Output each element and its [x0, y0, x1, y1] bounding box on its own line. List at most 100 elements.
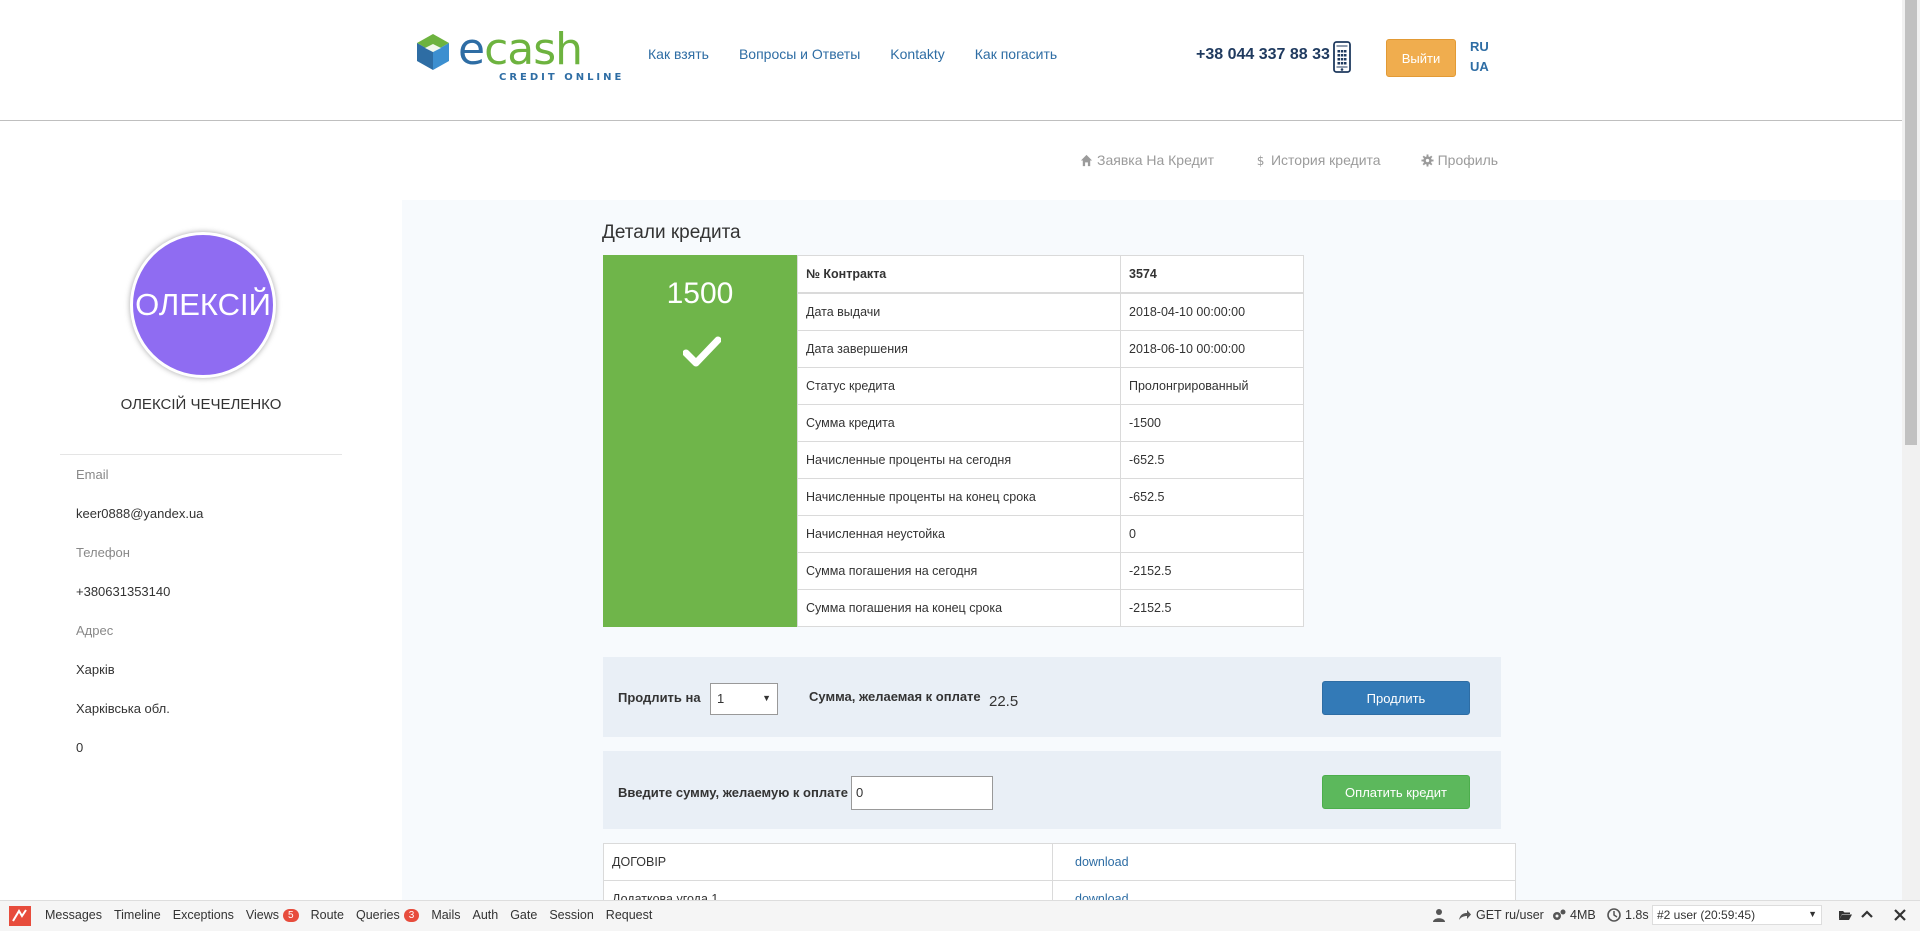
detail-key: Статус кредита	[797, 367, 1121, 405]
detail-key: Начисленные проценты на конец срока	[797, 478, 1121, 516]
subnav-application-label: Заявка На Кредит	[1097, 152, 1214, 168]
debug-tab-timeline[interactable]: Timeline	[114, 908, 161, 922]
account-subnav: Заявка На Кредит $ История кредита Профи…	[1080, 152, 1498, 168]
debug-tab-session[interactable]: Session	[549, 908, 593, 922]
detail-key: Сумма погашения на конец срока	[797, 589, 1121, 627]
table-row: Дата завершения 2018-06-10 00:00:00	[797, 330, 1304, 368]
close-icon[interactable]	[1893, 908, 1907, 922]
table-row: Сумма погашения на сегодня -2152.5	[797, 552, 1304, 590]
debug-memory-info: 4MB	[1552, 908, 1596, 922]
debug-request-info: GET ru/user	[1458, 908, 1544, 922]
debug-tab-route[interactable]: Route	[311, 908, 344, 922]
user-icon[interactable]	[1432, 908, 1446, 922]
clock-icon	[1607, 908, 1621, 922]
debugbar-logo-icon[interactable]	[9, 906, 31, 926]
desired-sum-value: 22.5	[989, 693, 1019, 710]
debug-user-select[interactable]: #2 user (20:59:45) ▼	[1652, 905, 1822, 925]
logo-wordmark: ecash	[458, 24, 583, 75]
table-row: Начисленные проценты на конец срока -652…	[797, 478, 1304, 516]
debug-time-info: 1.8s	[1607, 908, 1649, 922]
lang-ua-link[interactable]: UA	[1470, 59, 1489, 74]
detail-key: Сумма кредита	[797, 404, 1121, 442]
debug-tab-views-label: Views	[245, 908, 280, 922]
address-city: Харків	[76, 662, 115, 677]
extend-credit-panel: Продлить на 1 ▼ Сумма, желаемая к оплате…	[603, 657, 1501, 737]
document-name: ДОГОВІР	[603, 843, 1053, 881]
email-value: keer0888@yandex.ua	[76, 506, 204, 521]
debug-tab-messages[interactable]: Messages	[45, 908, 102, 922]
debug-tab-request[interactable]: Request	[606, 908, 653, 922]
detail-key: Дата выдачи	[797, 292, 1121, 331]
document-download-link[interactable]: download	[1052, 843, 1516, 881]
detail-value: -652.5	[1120, 478, 1304, 516]
user-full-name: ОЛЕКСІЙ ЧЕЧЕЛЕНКО	[120, 396, 282, 413]
table-row: Статус кредита Пролонгрированный	[797, 367, 1304, 405]
table-row: Начисленная неустойка 0	[797, 515, 1304, 553]
avatar: ОЛЕКСІЙ	[130, 232, 276, 378]
pay-credit-button[interactable]: Оплатить кредит	[1322, 775, 1470, 809]
pay-amount-label: Введите сумму, желаемую к оплате	[618, 785, 848, 800]
nav-how-to-repay[interactable]: Как погасить	[975, 46, 1057, 62]
subnav-profile[interactable]: Профиль	[1421, 152, 1498, 168]
detail-value: 2018-06-10 00:00:00	[1120, 330, 1304, 368]
detail-value: -1500	[1120, 404, 1304, 442]
detail-value: Пролонгрированный	[1120, 367, 1304, 405]
pay-credit-panel: Введите сумму, желаемую к оплате 0 Оплат…	[603, 751, 1501, 829]
home-icon	[1080, 154, 1093, 166]
lang-ru-link[interactable]: RU	[1470, 39, 1489, 54]
table-row: № Контракта 3574	[797, 255, 1304, 294]
debug-tab-views[interactable]: Views 5	[246, 908, 299, 922]
debug-request-label: GET ru/user	[1476, 908, 1544, 922]
views-count-badge: 5	[283, 908, 299, 922]
logo-tagline: CREDIT ONLINE	[499, 72, 625, 83]
detail-value: -2152.5	[1120, 552, 1304, 590]
address-region: Харківська обл.	[76, 701, 170, 716]
address-extra: 0	[76, 740, 84, 755]
ecash-logo[interactable]: ecash CREDIT ONLINE	[413, 24, 621, 88]
credit-amount-box: 1500	[603, 255, 797, 627]
cogs-icon	[1553, 909, 1566, 920]
gear-icon	[1421, 153, 1434, 167]
nav-faq[interactable]: Вопросы и Ответы	[739, 46, 860, 62]
table-row: Сумма погашения на конец срока -2152.5	[797, 589, 1304, 627]
scrollbar-thumb[interactable]	[1905, 0, 1917, 445]
debug-tab-queries[interactable]: Queries 3	[356, 908, 420, 922]
subnav-application[interactable]: Заявка На Кредит	[1080, 152, 1214, 168]
debug-tab-auth[interactable]: Auth	[472, 908, 498, 922]
nav-contacts[interactable]: Kontakty	[890, 46, 944, 62]
phone-icon	[1333, 41, 1351, 73]
logout-button[interactable]: Выйти	[1386, 39, 1456, 77]
debug-bar: Messages Timeline Exceptions Views 5 Rou…	[0, 900, 1920, 931]
debug-tab-exceptions[interactable]: Exceptions	[173, 908, 234, 922]
email-label: Email	[76, 467, 109, 482]
address-label: Адрес	[76, 623, 114, 638]
folder-open-icon[interactable]	[1838, 908, 1852, 922]
debug-time-label: 1.8s	[1625, 908, 1649, 922]
subnav-history[interactable]: $ История кредита	[1254, 152, 1381, 168]
debug-tab-gate[interactable]: Gate	[510, 908, 537, 922]
phone-value: +380631353140	[76, 584, 171, 599]
restore-icon[interactable]	[1860, 908, 1874, 922]
sidebar-divider	[60, 454, 342, 455]
pay-amount-input[interactable]: 0	[851, 776, 993, 810]
extend-button[interactable]: Продлить	[1322, 681, 1470, 715]
detail-value: -2152.5	[1120, 589, 1304, 627]
extend-period-select[interactable]: 1 ▼	[710, 683, 778, 715]
nav-how-to-take[interactable]: Как взять	[648, 46, 709, 62]
credit-amount: 1500	[666, 277, 734, 310]
detail-key: Начисленные проценты на сегодня	[797, 441, 1121, 479]
table-row: Дата выдачи 2018-04-10 00:00:00	[797, 292, 1304, 331]
table-row: Начисленные проценты на сегодня -652.5	[797, 441, 1304, 479]
table-row: ДОГОВІР download	[603, 843, 1516, 881]
detail-key: Дата завершения	[797, 330, 1121, 368]
site-header: ecash CREDIT ONLINE Как взять Вопросы и …	[0, 0, 1902, 121]
page-scrollbar[interactable]	[1902, 0, 1920, 900]
debug-tab-mails[interactable]: Mails	[431, 908, 460, 922]
phone-label: Телефон	[76, 545, 130, 560]
debug-memory-label: 4MB	[1570, 908, 1596, 922]
table-row: Сумма кредита -1500	[797, 404, 1304, 442]
header-phone[interactable]: +38 044 337 88 33	[1196, 46, 1330, 64]
queries-count-badge: 3	[403, 908, 420, 922]
chevron-down-icon: ▼	[1808, 909, 1817, 919]
extend-period-value: 1	[717, 691, 725, 706]
